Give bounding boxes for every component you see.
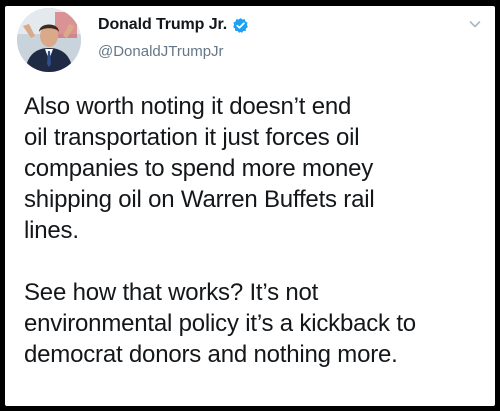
avatar-image xyxy=(17,8,81,72)
tweet-header: Donald Trump Jr. @DonaldJTrumpJr xyxy=(5,6,495,76)
author-handle[interactable]: @DonaldJTrumpJr xyxy=(98,43,224,60)
avatar[interactable] xyxy=(17,8,81,72)
tweet-card: Donald Trump Jr. @DonaldJTrumpJr Also wo… xyxy=(5,6,495,406)
tweet-text: Also worth noting it doesn’t end oil tra… xyxy=(24,91,489,370)
author-name-row: Donald Trump Jr. xyxy=(98,16,249,34)
tweet-paragraph: See how that works? It’s not environment… xyxy=(24,279,416,368)
tweet-paragraph: Also worth noting it doesn’t end oil tra… xyxy=(24,93,375,244)
author-display-name[interactable]: Donald Trump Jr. xyxy=(98,16,227,34)
verified-badge-icon xyxy=(232,17,249,34)
chevron-down-icon[interactable] xyxy=(467,16,483,32)
